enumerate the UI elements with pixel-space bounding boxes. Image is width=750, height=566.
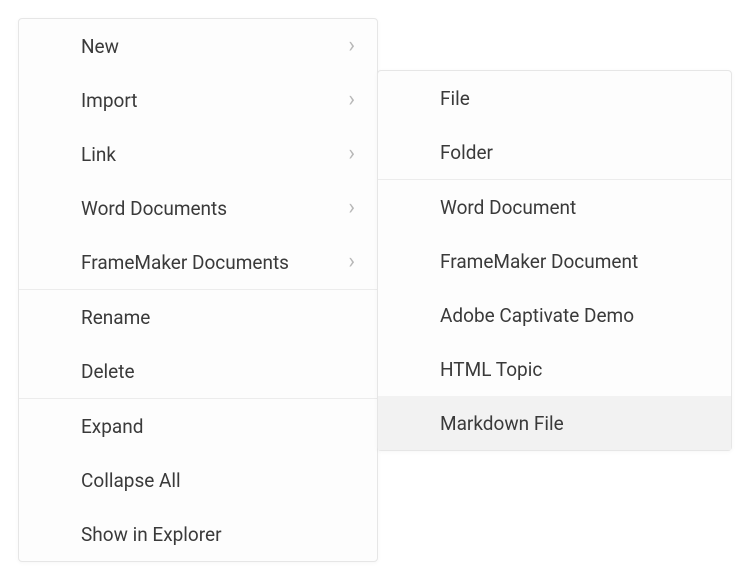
menu-item-link[interactable]: Link ›	[19, 127, 377, 181]
submenu-item-word-document[interactable]: Word Document	[378, 180, 731, 234]
menu-item-label: Expand	[81, 415, 143, 438]
menu-item-label: Markdown File	[440, 412, 564, 435]
menu-item-delete[interactable]: Delete	[19, 344, 377, 398]
menu-item-label: Link	[81, 143, 116, 166]
menu-item-label: Rename	[81, 306, 150, 329]
chevron-right-icon: ›	[348, 251, 355, 273]
menu-item-word-documents[interactable]: Word Documents ›	[19, 181, 377, 235]
menu-item-label: Word Document	[440, 196, 576, 219]
submenu-item-file[interactable]: File	[378, 71, 731, 125]
submenu-item-folder[interactable]: Folder	[378, 125, 731, 179]
menu-item-label: Import	[81, 89, 137, 112]
chevron-right-icon: ›	[348, 89, 355, 111]
menu-item-label: New	[81, 35, 119, 58]
menu-item-show-in-explorer[interactable]: Show in Explorer	[19, 507, 377, 561]
menu-item-rename[interactable]: Rename	[19, 290, 377, 344]
secondary-context-menu: File Folder Word Document FrameMaker Doc…	[377, 70, 732, 451]
menu-item-expand[interactable]: Expand	[19, 399, 377, 453]
menu-item-label: Collapse All	[81, 469, 181, 492]
menu-item-label: Delete	[81, 360, 135, 383]
menu-item-label: Word Documents	[81, 197, 227, 220]
chevron-right-icon: ›	[348, 35, 355, 57]
submenu-item-html-topic[interactable]: HTML Topic	[378, 342, 731, 396]
primary-context-menu: New › Import › Link › Word Documents › F…	[18, 18, 378, 562]
menu-item-new[interactable]: New ›	[19, 19, 377, 73]
menu-item-framemaker-documents[interactable]: FrameMaker Documents ›	[19, 235, 377, 289]
submenu-item-framemaker-document[interactable]: FrameMaker Document	[378, 234, 731, 288]
menu-item-label: File	[440, 87, 470, 110]
menu-item-label: FrameMaker Document	[440, 250, 638, 273]
menu-item-label: Show in Explorer	[81, 523, 222, 546]
submenu-item-markdown-file[interactable]: Markdown File	[378, 396, 731, 450]
chevron-right-icon: ›	[348, 143, 355, 165]
menu-item-label: Folder	[440, 141, 493, 164]
menu-item-collapse-all[interactable]: Collapse All	[19, 453, 377, 507]
menu-item-label: Adobe Captivate Demo	[440, 304, 634, 327]
menu-item-label: FrameMaker Documents	[81, 251, 289, 274]
menu-item-label: HTML Topic	[440, 358, 542, 381]
submenu-item-adobe-captivate-demo[interactable]: Adobe Captivate Demo	[378, 288, 731, 342]
chevron-right-icon: ›	[348, 197, 355, 219]
menu-item-import[interactable]: Import ›	[19, 73, 377, 127]
